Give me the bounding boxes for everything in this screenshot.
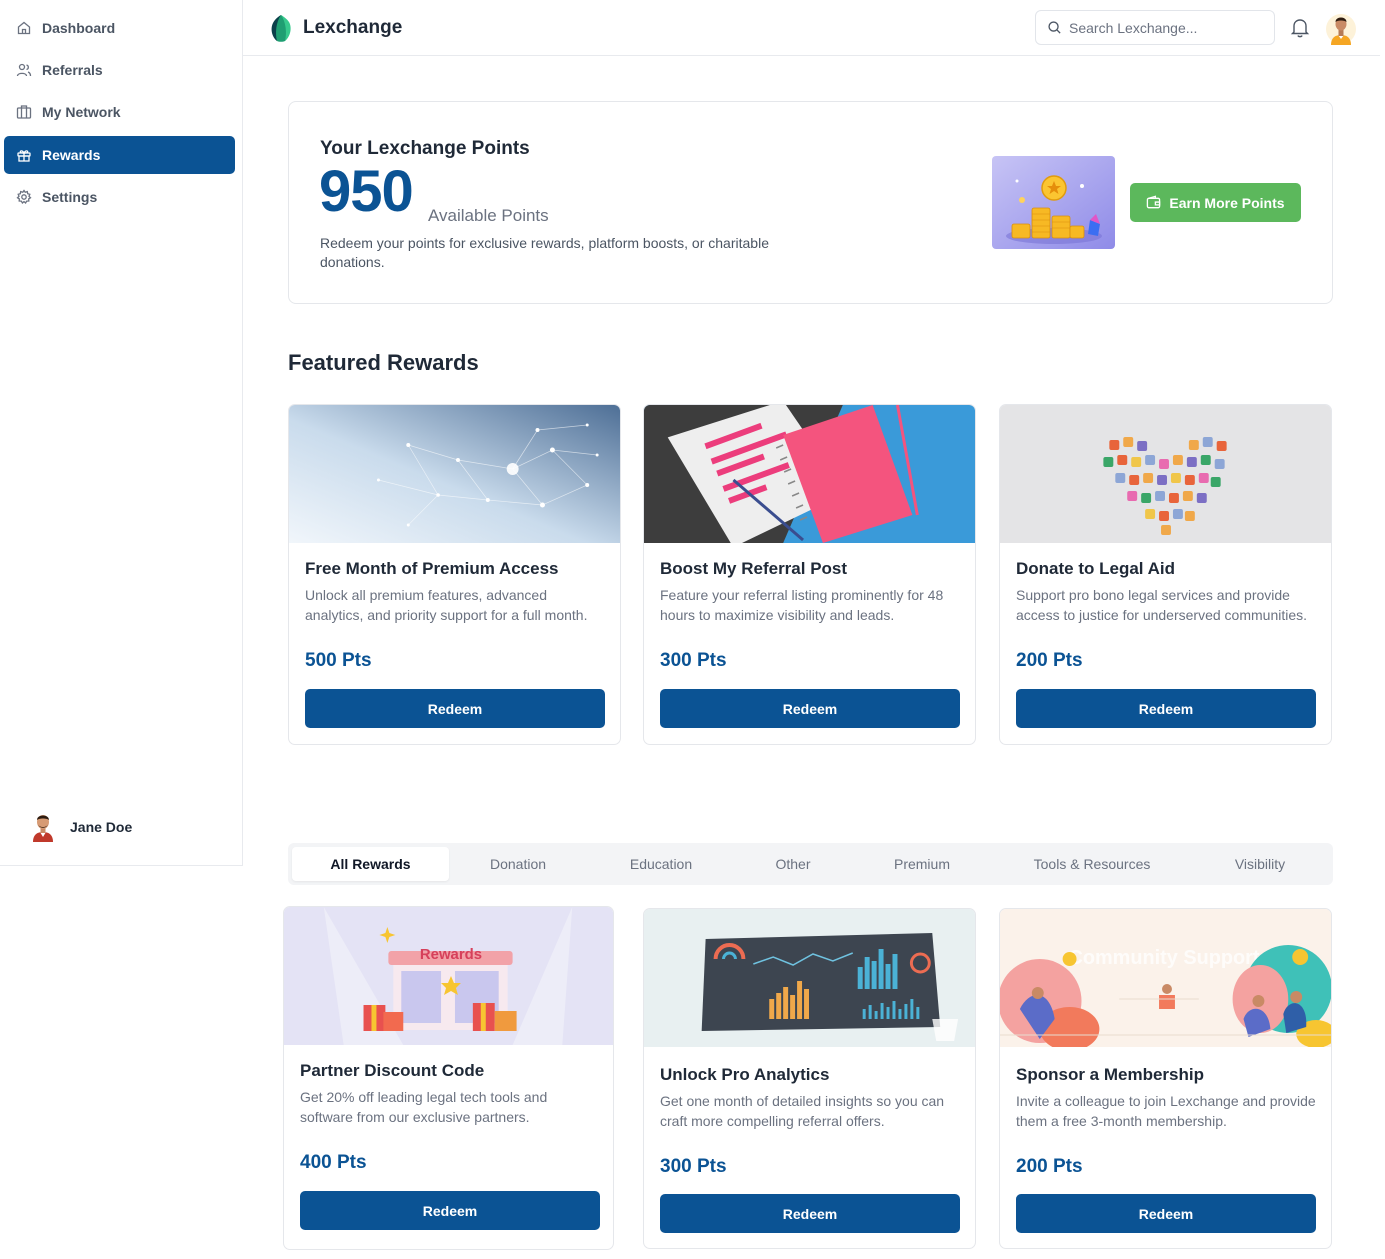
coins-illustration bbox=[992, 156, 1115, 249]
reward-card-partner-discount: Rewards Partner Discount Code Get 20% of… bbox=[283, 906, 614, 1250]
redeem-button[interactable]: Redeem bbox=[305, 689, 605, 728]
points-value: 950 bbox=[319, 159, 414, 224]
points-description: Redeem your points for exclusive rewards… bbox=[320, 235, 769, 270]
sidebar-item-label: Dashboard bbox=[42, 20, 116, 36]
points-summary-card: Your Lexchange Points 950 Available Poin… bbox=[288, 101, 1333, 304]
community-support-text: Community Support bbox=[1068, 947, 1259, 969]
card-points: 200 Pts bbox=[1016, 650, 1083, 671]
card-points: 500 Pts bbox=[305, 650, 372, 671]
sidebar-user[interactable]: Jane Doe bbox=[30, 812, 132, 842]
reward-card-sponsor-membership: Community Support Sponsor a Membership I… bbox=[999, 908, 1332, 1249]
card-description: Get 20% off leading legal tech tools and… bbox=[300, 1089, 548, 1125]
redeem-button[interactable]: Redeem bbox=[660, 1194, 960, 1233]
card-points: 300 Pts bbox=[660, 1156, 727, 1177]
search-icon bbox=[1048, 21, 1061, 34]
featured-rewards-title: Featured Rewards bbox=[288, 350, 479, 375]
card-title: Sponsor a Membership bbox=[1016, 1065, 1204, 1084]
sidebar-item-my-network[interactable]: My Network bbox=[4, 93, 235, 131]
sidebar-item-label: Referrals bbox=[42, 62, 103, 78]
lexchange-logo-icon bbox=[271, 15, 291, 42]
featured-card-donate-legal-aid: Donate to Legal Aid Support pro bono leg… bbox=[999, 404, 1332, 745]
profile-avatar[interactable] bbox=[1326, 13, 1356, 45]
card-description: Unlock all premium features, advanced an… bbox=[305, 587, 588, 623]
tab-education[interactable]: Education bbox=[587, 847, 735, 881]
users-icon bbox=[16, 63, 32, 77]
network-icon bbox=[16, 105, 32, 119]
tab-tools-resources[interactable]: Tools & Resources bbox=[993, 847, 1191, 881]
points-title: Your Lexchange Points bbox=[320, 138, 530, 159]
reward-category-tabs: All Rewards Donation Education Other Pre… bbox=[288, 843, 1333, 885]
points-label: Available Points bbox=[428, 206, 549, 225]
tab-donation[interactable]: Donation bbox=[449, 847, 587, 881]
bell-icon[interactable] bbox=[1290, 17, 1310, 39]
tab-visibility[interactable]: Visibility bbox=[1191, 847, 1329, 881]
sidebar-item-rewards[interactable]: Rewards bbox=[4, 136, 235, 174]
sidebar-item-referrals[interactable]: Referrals bbox=[4, 51, 235, 89]
card-points: 300 Pts bbox=[660, 650, 727, 671]
reward-card-pro-analytics: Unlock Pro Analytics Get one month of de… bbox=[643, 908, 976, 1249]
search-box[interactable] bbox=[1035, 10, 1275, 45]
card-title: Free Month of Premium Access bbox=[305, 559, 559, 578]
rewards-sign-text: Rewards bbox=[420, 946, 482, 963]
brand-name: Lexchange bbox=[303, 17, 403, 38]
redeem-button[interactable]: Redeem bbox=[1016, 1194, 1316, 1233]
network-abstract-image bbox=[289, 405, 620, 543]
tab-all-rewards[interactable]: All Rewards bbox=[292, 847, 449, 881]
card-title: Unlock Pro Analytics bbox=[660, 1065, 830, 1084]
card-points: 200 Pts bbox=[1016, 1156, 1083, 1177]
sidebar: Dashboard Referrals My Network Rewards S… bbox=[0, 0, 243, 866]
gift-icon bbox=[17, 150, 31, 162]
featured-card-boost-referral: Boost My Referral Post Feature your refe… bbox=[643, 404, 976, 745]
avatar bbox=[33, 815, 53, 842]
notebook-image bbox=[644, 405, 975, 543]
redeem-button[interactable]: Redeem bbox=[1016, 689, 1316, 728]
wallet-icon bbox=[1147, 195, 1161, 209]
card-description: Invite a colleague to join Lexchange and… bbox=[1016, 1093, 1316, 1129]
search-input[interactable] bbox=[1069, 19, 1259, 36]
earn-more-points-button[interactable]: Earn More Points bbox=[1130, 183, 1301, 222]
tab-premium[interactable]: Premium bbox=[851, 847, 993, 881]
card-points: 400 Pts bbox=[300, 1152, 367, 1173]
user-name: Jane Doe bbox=[70, 819, 133, 835]
brand[interactable]: Lexchange bbox=[267, 13, 402, 43]
redeem-button[interactable]: Redeem bbox=[300, 1191, 600, 1230]
sidebar-item-label: My Network bbox=[42, 104, 121, 120]
top-header: Lexchange bbox=[243, 0, 1380, 56]
sidebar-item-label: Rewards bbox=[42, 147, 101, 163]
tab-other[interactable]: Other bbox=[735, 847, 851, 881]
sidebar-item-settings[interactable]: Settings bbox=[4, 178, 235, 216]
card-description: Feature your referral listing prominentl… bbox=[660, 587, 944, 623]
card-title: Boost My Referral Post bbox=[660, 559, 848, 578]
card-description: Support pro bono legal services and prov… bbox=[1016, 587, 1308, 623]
card-title: Donate to Legal Aid bbox=[1016, 559, 1175, 578]
sidebar-item-label: Settings bbox=[42, 189, 98, 205]
analytics-dashboard-image bbox=[644, 909, 975, 1047]
earn-more-points-label: Earn More Points bbox=[1169, 194, 1285, 211]
redeem-button[interactable]: Redeem bbox=[660, 689, 960, 728]
card-title: Partner Discount Code bbox=[300, 1061, 485, 1080]
app-root: Dashboard Referrals My Network Rewards S… bbox=[0, 0, 1385, 1259]
rewards-shop-image: Rewards bbox=[284, 907, 613, 1045]
home-icon bbox=[17, 21, 31, 35]
sidebar-item-dashboard[interactable]: Dashboard bbox=[4, 9, 235, 47]
card-description: Get one month of detailed insights so yo… bbox=[660, 1093, 945, 1129]
gear-icon bbox=[16, 189, 32, 205]
community-support-image: Community Support bbox=[1000, 909, 1331, 1047]
puzzle-heart-image bbox=[1000, 405, 1331, 543]
featured-card-premium-access: Free Month of Premium Access Unlock all … bbox=[288, 404, 621, 745]
